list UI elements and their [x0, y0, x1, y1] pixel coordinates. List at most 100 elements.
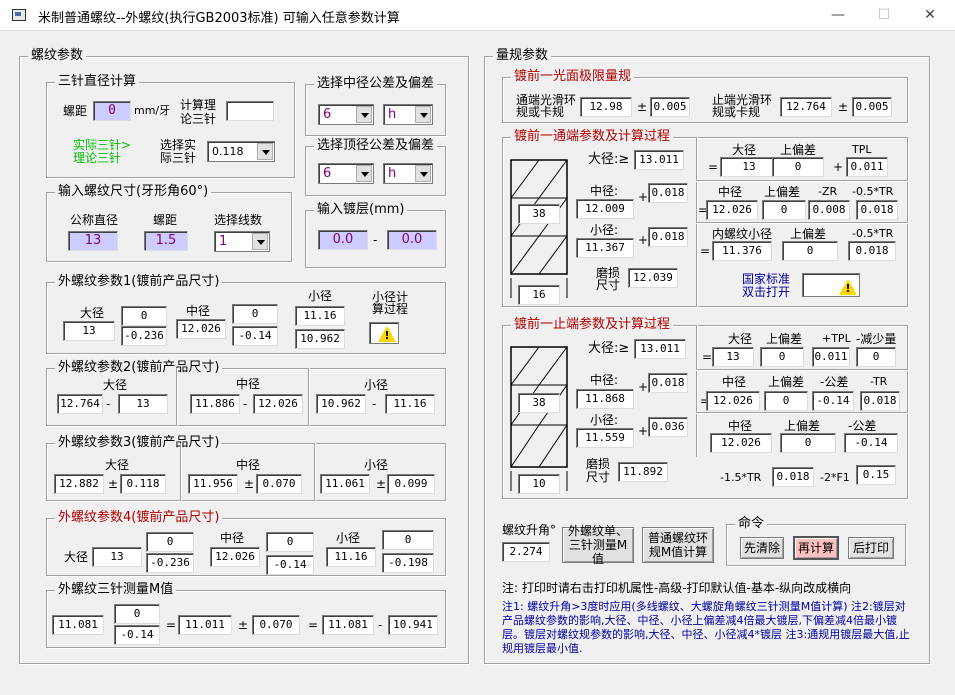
- nogo-r1-major[interactable]: 13: [712, 347, 754, 367]
- recalculate-button[interactable]: 再计算: [793, 536, 839, 560]
- m-min-field[interactable]: 11.081: [322, 615, 374, 635]
- major-field[interactable]: 13: [92, 547, 142, 567]
- minor-upper-field[interactable]: 0: [382, 530, 434, 550]
- m-value-field[interactable]: 11.081: [52, 615, 104, 635]
- warning-icon[interactable]: [369, 322, 399, 344]
- major-upper-field[interactable]: 0: [121, 306, 167, 326]
- mid-dev-select[interactable]: h: [383, 104, 433, 125]
- chevron-down-icon[interactable]: [356, 165, 372, 182]
- actual-wire-select[interactable]: 0.118: [207, 141, 275, 162]
- chevron-down-icon[interactable]: [257, 143, 273, 160]
- major-min-field[interactable]: 12.764: [57, 394, 103, 414]
- nogo-minor-tol-field[interactable]: 0.036: [648, 417, 688, 437]
- go-r1-tpl[interactable]: 0.011: [846, 157, 888, 177]
- minor-upper-field[interactable]: 11.16: [295, 306, 345, 326]
- minimize-button[interactable]: —: [815, 0, 861, 30]
- print-button[interactable]: 后打印: [848, 537, 894, 559]
- go-gauge-field[interactable]: 12.98: [580, 97, 632, 117]
- major-max-field[interactable]: 13: [118, 394, 168, 414]
- pitch-dia-max-field[interactable]: 12.026: [253, 394, 303, 414]
- chevron-down-icon[interactable]: [252, 233, 268, 250]
- chevron-down-icon[interactable]: [415, 165, 431, 182]
- warning-icon[interactable]: [802, 273, 860, 297]
- plating-min-field[interactable]: 0.0: [387, 230, 437, 250]
- major-lower-field[interactable]: -0.236: [146, 553, 194, 573]
- pitch-dia-upper-field[interactable]: 0: [232, 304, 278, 324]
- chevron-down-icon[interactable]: [415, 106, 431, 123]
- go-r2-tr[interactable]: 0.018: [856, 200, 898, 220]
- go-r2-zr[interactable]: 0.008: [808, 200, 850, 220]
- m-tol-field[interactable]: 0.070: [252, 615, 300, 635]
- nogo-pitch-dia-field[interactable]: 11.868: [576, 389, 634, 409]
- ring-gauge-m-value-button[interactable]: 普通螺纹环 规M值计算: [642, 527, 714, 563]
- go-minor-tol-field[interactable]: 0.018: [648, 227, 688, 247]
- mid-tol-select[interactable]: 6: [318, 104, 374, 125]
- go-r3-upper[interactable]: 0: [782, 241, 838, 261]
- gauge-length-field[interactable]: 10: [518, 474, 560, 494]
- m-lower-field[interactable]: -0.14: [114, 625, 160, 645]
- m-max-field[interactable]: 10.941: [388, 615, 438, 635]
- nogo-minor-field[interactable]: 11.559: [576, 428, 634, 448]
- gauge-width-field[interactable]: 38: [518, 204, 560, 224]
- go-gauge-tol-field[interactable]: 0.005: [650, 97, 690, 117]
- pitch-field[interactable]: 1.5: [144, 231, 188, 251]
- nogo-r3-pitch-dia[interactable]: 12.026: [710, 433, 772, 453]
- minor-field[interactable]: 11.16: [326, 547, 376, 567]
- minor-max-field[interactable]: 11.16: [385, 394, 435, 414]
- minor-min-field[interactable]: 10.962: [316, 394, 366, 414]
- nogo-r2-tol[interactable]: -0.14: [812, 391, 854, 411]
- go-pitch-dia-field[interactable]: 12.009: [576, 199, 634, 219]
- nogo-major-field[interactable]: 13.011: [634, 339, 686, 359]
- go-r1-upper[interactable]: 0: [772, 157, 824, 177]
- nogo-r1-tpl[interactable]: 0.011: [812, 347, 850, 367]
- close-button[interactable]: ✕: [907, 0, 953, 30]
- go-wear-field[interactable]: 12.039: [628, 268, 678, 288]
- gauge-width-field[interactable]: 38: [518, 393, 560, 413]
- pitch-dia-lower-field[interactable]: -0.14: [266, 555, 314, 575]
- major-upper-field[interactable]: 0: [146, 532, 194, 552]
- gauge-length-field[interactable]: 16: [518, 285, 560, 305]
- minor-tol-field[interactable]: 0.099: [387, 474, 435, 494]
- go-r1-major[interactable]: 13: [720, 157, 778, 177]
- clear-button[interactable]: 先清除: [740, 537, 784, 559]
- major-lower-field[interactable]: -0.236: [121, 326, 167, 346]
- nogo-tr-field[interactable]: 0.018: [772, 467, 814, 487]
- pitch-dia-min-field[interactable]: 11.886: [190, 394, 240, 414]
- m-base-field[interactable]: 11.011: [178, 615, 232, 635]
- nogo-gauge-field[interactable]: 12.764: [780, 97, 832, 117]
- nogo-r3-tol[interactable]: -0.14: [844, 433, 898, 453]
- pitch-dia-upper-field[interactable]: 0: [266, 532, 314, 552]
- major-tol-field[interactable]: 0.118: [120, 474, 166, 494]
- go-minor-field[interactable]: 11.367: [576, 238, 634, 258]
- go-major-field[interactable]: 13.011: [634, 150, 684, 170]
- nogo-r2-pitch-dia[interactable]: 12.026: [706, 391, 760, 411]
- go-r2-pitch-dia[interactable]: 12.026: [706, 200, 758, 220]
- nogo-r1-reduce[interactable]: 0: [856, 347, 896, 367]
- major-base-field[interactable]: 12.882: [54, 474, 104, 494]
- top-tol-select[interactable]: 6: [318, 163, 374, 184]
- pitch-dia-lower-field[interactable]: -0.14: [232, 326, 278, 346]
- go-r3-tr[interactable]: 0.018: [848, 241, 896, 261]
- nogo-r1-upper[interactable]: 0: [760, 347, 804, 367]
- nogo-wear-field[interactable]: 11.892: [618, 462, 668, 482]
- plating-max-field[interactable]: 0.0: [318, 230, 368, 250]
- starts-select[interactable]: 1: [214, 231, 270, 252]
- pitch-dia-base-field[interactable]: 11.956: [188, 474, 238, 494]
- pitch-dia-field[interactable]: 12.026: [210, 547, 260, 567]
- lead-angle-field[interactable]: 2.274: [502, 542, 550, 562]
- minor-lower-field[interactable]: -0.198: [382, 553, 434, 573]
- theory-wire-field[interactable]: [226, 101, 274, 121]
- nogo-r3-upper[interactable]: 0: [780, 433, 836, 453]
- chevron-down-icon[interactable]: [356, 106, 372, 123]
- maximize-button[interactable]: ☐: [861, 0, 907, 30]
- standard-label[interactable]: 国家标准: [742, 272, 790, 286]
- standard-label[interactable]: 双击打开: [742, 285, 790, 299]
- nogo-pitch-dia-tol-field[interactable]: 0.018: [648, 373, 688, 393]
- go-r3-minor[interactable]: 11.376: [712, 241, 772, 261]
- go-pitch-dia-tol-field[interactable]: 0.018: [648, 183, 688, 203]
- nominal-diameter-field[interactable]: 13: [68, 231, 118, 251]
- minor-field[interactable]: 10.962: [295, 329, 345, 349]
- go-r2-upper[interactable]: 0: [762, 200, 806, 220]
- pitch-dia-tol-field[interactable]: 0.070: [256, 474, 302, 494]
- minor-base-field[interactable]: 11.061: [320, 474, 370, 494]
